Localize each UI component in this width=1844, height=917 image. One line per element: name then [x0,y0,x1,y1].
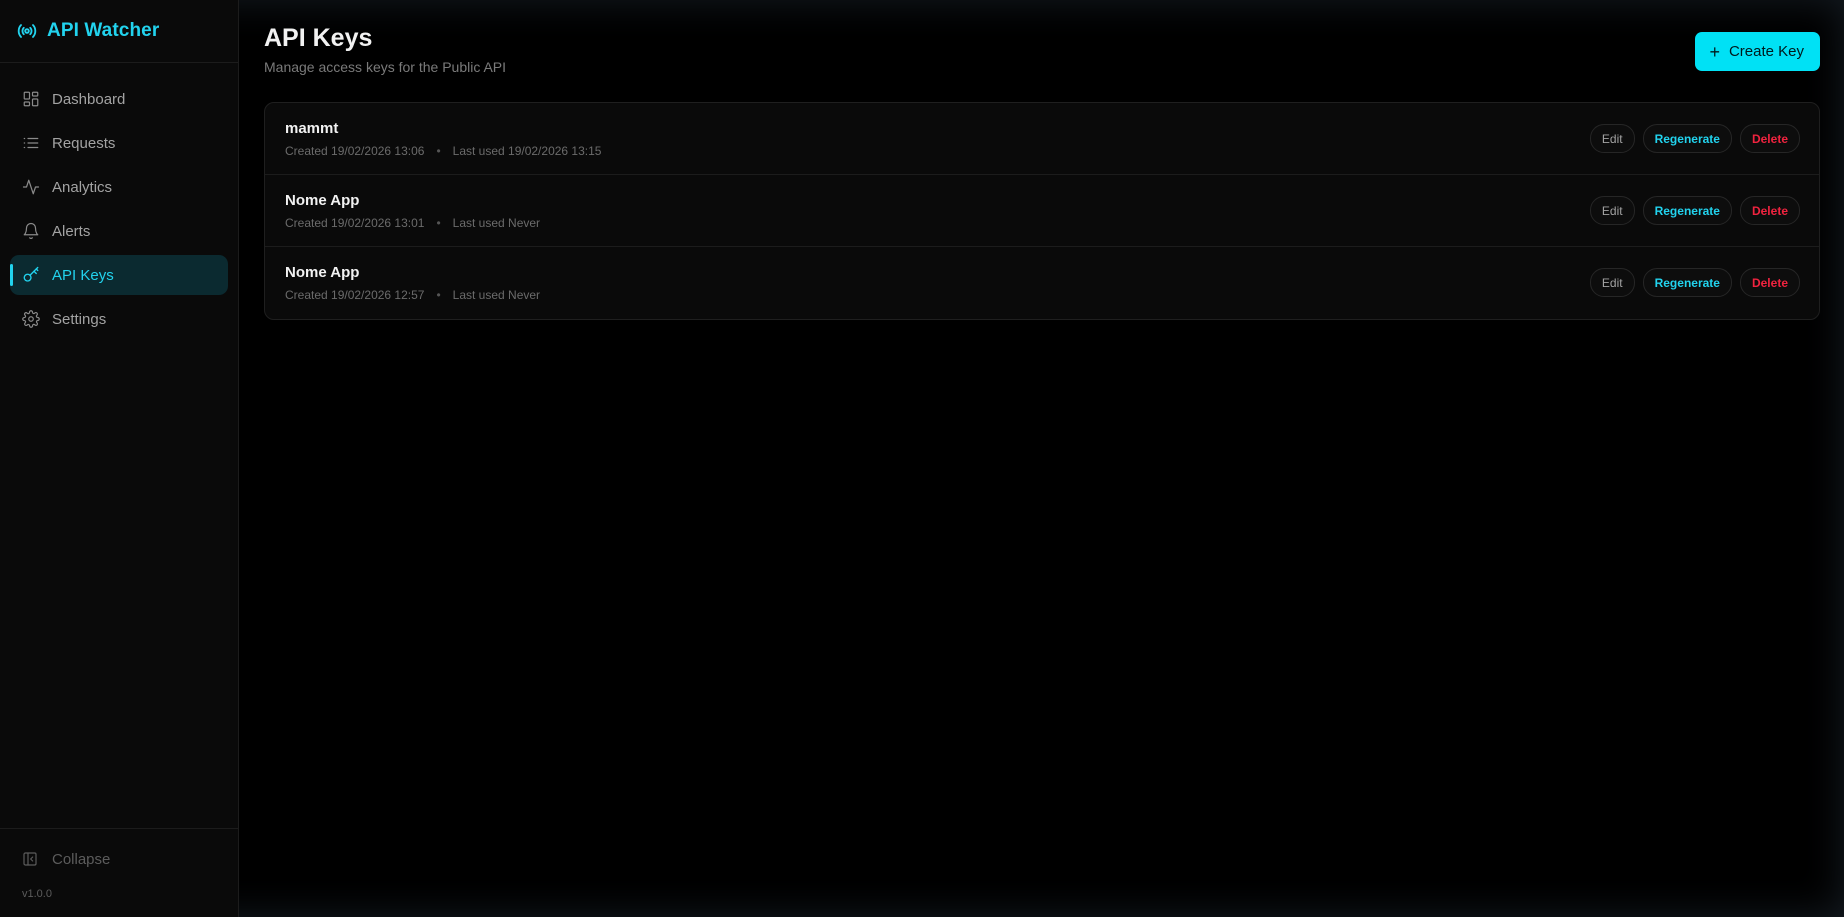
collapse-icon [23,852,37,866]
plus-icon: + [1709,41,1720,62]
sidebar-item-requests[interactable]: Requests [10,123,228,163]
sidebar-item-label: Alerts [52,222,91,240]
key-created: Created 19/02/2026 12:57 [285,288,425,302]
key-name: mammt [285,120,339,137]
regenerate-button[interactable]: Regenerate [1642,124,1732,153]
regenerate-button[interactable]: Regenerate [1642,196,1732,225]
collapse-button[interactable]: Collapse [0,839,238,879]
separator-dot: • [436,144,441,158]
edit-button[interactable]: Edit [1589,196,1635,225]
list-item: Nome App Created 19/02/2026 13:01 • Last… [265,175,1819,247]
app-window: API Watcher Dashboard Requests Analytics… [0,0,1844,917]
sidebar-item-label: Requests [52,134,116,152]
sidebar-item-label: Analytics [52,178,113,196]
collapse-label: Collapse [52,850,111,868]
list-item: mammt Created 19/02/2026 13:06 • Last us… [265,103,1819,175]
regenerate-button[interactable]: Regenerate [1642,268,1732,297]
key-created: Created 19/02/2026 13:06 [285,144,425,158]
key-meta: Created 19/02/2026 13:06 • Last used 19/… [285,144,601,158]
sidebar-item-dashboard[interactable]: Dashboard [10,79,228,119]
brand[interactable]: API Watcher [0,0,238,63]
api-keys-list: mammt Created 19/02/2026 13:06 • Last us… [264,102,1820,320]
edit-button[interactable]: Edit [1589,268,1635,297]
sidebar-item-alerts[interactable]: Alerts [10,211,228,251]
gear-icon [22,310,40,328]
key-name: Nome App [285,192,360,209]
key-created: Created 19/02/2026 13:01 [285,216,425,230]
sidebar-item-label: Dashboard [52,90,126,108]
key-name: Nome App [285,264,360,281]
delete-button[interactable]: Delete [1739,196,1800,225]
create-key-label: Create Key [1728,43,1804,60]
sidebar-item-label: Settings [52,310,107,328]
main-content: API Keys Manage access keys for the Publ… [239,0,1844,917]
key-actions: Edit Regenerate Delete [1589,196,1800,225]
list-item: Nome App Created 19/02/2026 12:57 • Last… [265,247,1819,319]
page-subtitle: Manage access keys for the Public API [264,59,507,75]
sidebar-item-api-keys[interactable]: API Keys [10,255,228,295]
dashboard-icon [22,90,40,108]
key-actions: Edit Regenerate Delete [1589,268,1800,297]
sidebar-item-settings[interactable]: Settings [10,299,228,339]
sidebar: API Watcher Dashboard Requests Analytics… [0,0,239,917]
key-actions: Edit Regenerate Delete [1589,124,1800,153]
separator-dot: • [436,216,441,230]
broadcast-icon [17,24,37,38]
key-last-used: Last used Never [452,288,541,302]
key-meta: Created 19/02/2026 12:57 • Last used Nev… [285,288,540,302]
key-last-used: Last used Never [452,216,541,230]
app-version: v1.0.0 [22,888,52,900]
activity-icon [22,178,40,196]
sidebar-footer: Collapse v1.0.0 [0,828,238,917]
create-key-button[interactable]: + Create Key [1695,32,1820,71]
edit-button[interactable]: Edit [1589,124,1635,153]
bell-icon [22,222,40,240]
key-icon [22,266,40,284]
page-title: API Keys [264,24,373,52]
key-meta: Created 19/02/2026 13:01 • Last used Nev… [285,216,540,230]
key-last-used: Last used 19/02/2026 13:15 [452,144,602,158]
delete-button[interactable]: Delete [1739,124,1800,153]
delete-button[interactable]: Delete [1739,268,1800,297]
separator-dot: • [436,288,441,302]
sidebar-nav: Dashboard Requests Analytics Alerts API … [0,63,238,339]
app-title: API Watcher [47,20,160,41]
sidebar-item-label: API Keys [52,266,114,284]
sidebar-item-analytics[interactable]: Analytics [10,167,228,207]
list-icon [22,134,40,152]
